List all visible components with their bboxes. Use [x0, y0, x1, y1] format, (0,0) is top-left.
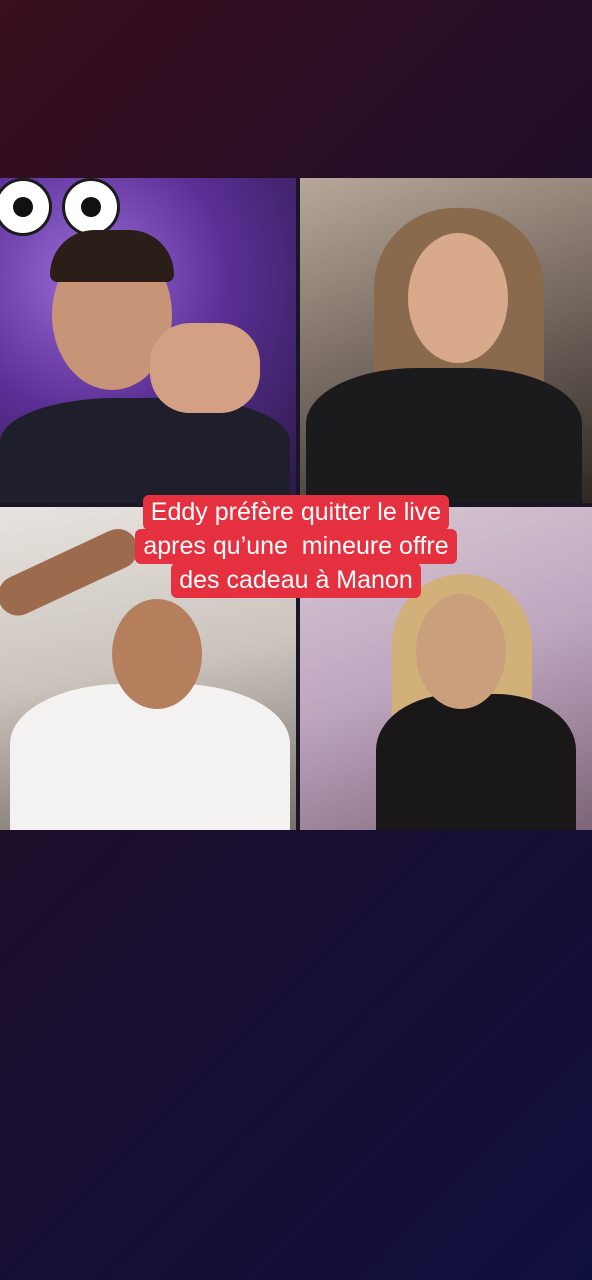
person-hand — [150, 323, 260, 413]
person-body — [376, 694, 576, 830]
caption-line-2: apres qu’une mineure offre — [135, 529, 457, 564]
caption-overlay: Eddy préfère quitter le live apres qu’un… — [0, 495, 592, 598]
person-head — [112, 599, 202, 709]
person-body — [306, 368, 582, 504]
decor-eye-right — [62, 178, 120, 236]
caption-line-3: des cadeau à Manon — [171, 563, 421, 598]
video-tile-top-left[interactable] — [0, 178, 296, 504]
decor-eye-left — [0, 178, 52, 236]
person-head — [416, 594, 506, 709]
video-tile-top-right[interactable] — [296, 178, 592, 504]
person-body — [0, 398, 290, 504]
person-head — [408, 233, 508, 363]
person-hair — [50, 230, 174, 282]
caption-line-1: Eddy préfère quitter le live — [142, 495, 450, 530]
